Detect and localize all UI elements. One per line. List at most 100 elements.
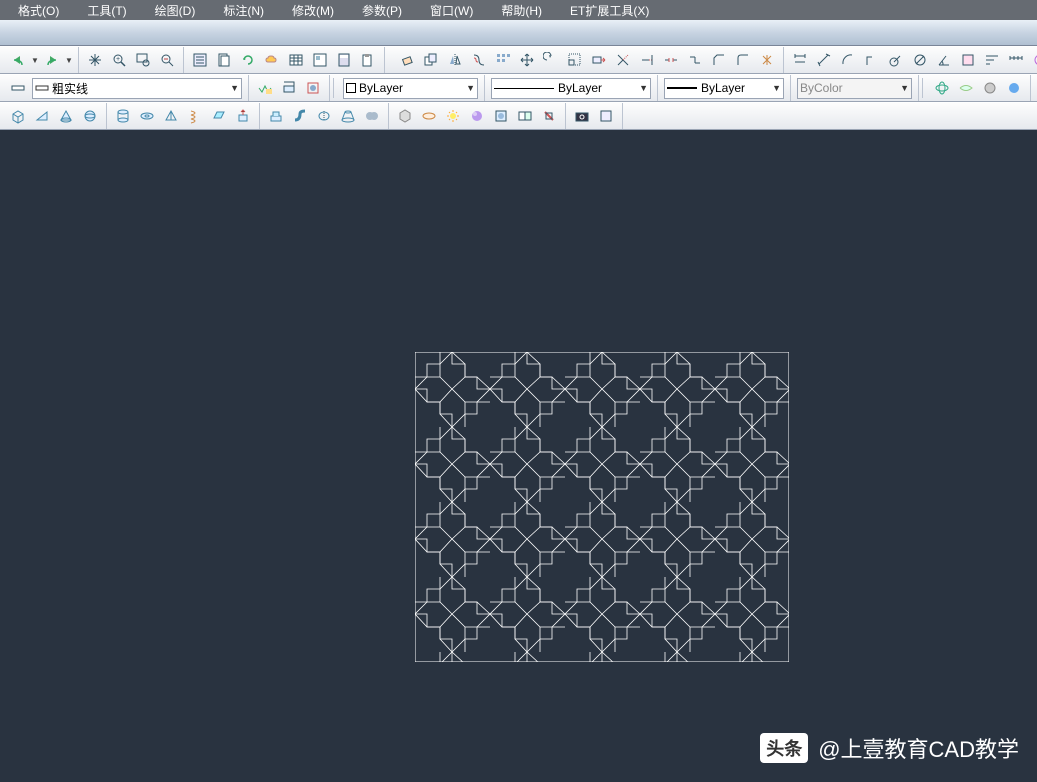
extend-button[interactable] [636, 49, 658, 71]
explode-button[interactable] [756, 49, 778, 71]
pan-button[interactable] [84, 49, 106, 71]
linetype-select[interactable]: 粗实线 ▼ [32, 78, 242, 99]
lineweight-group: ByLayer ▼ [658, 75, 791, 101]
zoom-window-button[interactable] [132, 49, 154, 71]
copy-button[interactable] [420, 49, 442, 71]
color-swatch-icon [346, 83, 356, 93]
box-button[interactable] [7, 105, 29, 127]
dim-angular-button[interactable] [933, 49, 955, 71]
redo-dropdown[interactable]: ▼ [64, 56, 74, 65]
properties-button[interactable] [189, 49, 211, 71]
menu-parameter[interactable]: 参数(P) [348, 0, 416, 21]
section-button[interactable] [538, 105, 560, 127]
menu-help[interactable]: 帮助(H) [487, 0, 556, 21]
dim-baseline-button[interactable] [981, 49, 1003, 71]
watermark-text: @上壹教育CAD教学 [818, 732, 1019, 764]
drawing-canvas[interactable]: 头条 @上壹教育CAD教学 [0, 130, 1037, 782]
stretch-button[interactable] [588, 49, 610, 71]
trim-button[interactable] [612, 49, 634, 71]
plotstyle-value: ByColor [800, 81, 896, 95]
cylinder-button[interactable] [112, 105, 134, 127]
render-button[interactable] [1003, 77, 1025, 99]
layout-tool-button[interactable] [595, 105, 617, 127]
light-button[interactable] [442, 105, 464, 127]
cloud-button[interactable] [261, 49, 283, 71]
array-button[interactable] [492, 49, 514, 71]
layer-states-button[interactable] [254, 77, 276, 99]
planar-surface-button[interactable] [208, 105, 230, 127]
torus-button[interactable] [136, 105, 158, 127]
undo-dropdown[interactable]: ▼ [30, 56, 40, 65]
table-button[interactable] [285, 49, 307, 71]
layer-previous-button[interactable] [278, 77, 300, 99]
move-button[interactable] [516, 49, 538, 71]
info-group [184, 47, 385, 73]
shade-button[interactable] [979, 77, 1001, 99]
sheet-set-button[interactable] [213, 49, 235, 71]
dim-ordinate-button[interactable] [861, 49, 883, 71]
join-button[interactable] [684, 49, 706, 71]
menubar: 格式(O) 工具(T) 绘图(D) 标注(N) 修改(M) 参数(P) 窗口(W… [0, 0, 1037, 20]
calculator-button[interactable] [333, 49, 355, 71]
extrude-button[interactable] [232, 105, 254, 127]
menu-format[interactable]: 格式(O) [4, 0, 73, 21]
render-env-button[interactable] [490, 105, 512, 127]
ribbon-strip [0, 20, 1037, 46]
menu-et-extensions[interactable]: ET扩展工具(X) [556, 0, 663, 21]
dim-arc-button[interactable] [837, 49, 859, 71]
lineweight-combo[interactable]: ByLayer ▼ [664, 78, 784, 99]
sphere-button[interactable] [79, 105, 101, 127]
cone-button[interactable] [55, 105, 77, 127]
hide-button[interactable] [955, 77, 977, 99]
pyramid-button[interactable] [160, 105, 182, 127]
dim-diameter-button[interactable] [909, 49, 931, 71]
sweep-button[interactable] [289, 105, 311, 127]
linetype-combo-group: 粗实线 ▼ [2, 75, 249, 101]
menu-draw[interactable]: 绘图(D) [141, 0, 210, 21]
dim-aligned-button[interactable] [813, 49, 835, 71]
layer-tools-group [249, 75, 330, 101]
scale-button[interactable] [564, 49, 586, 71]
plotstyle-combo: ByColor ▼ [797, 78, 912, 99]
undo-button[interactable] [7, 49, 29, 71]
helix-button[interactable] [184, 105, 206, 127]
layer-isolate-button[interactable] [302, 77, 324, 99]
intersect-button[interactable] [418, 105, 440, 127]
dim-radius-button[interactable] [885, 49, 907, 71]
menu-tools[interactable]: 工具(T) [73, 0, 140, 21]
erase-button[interactable] [396, 49, 418, 71]
menu-modify[interactable]: 修改(M) [278, 0, 348, 21]
zoom-previous-button[interactable] [156, 49, 178, 71]
offset-button[interactable] [468, 49, 490, 71]
revolve-button[interactable] [313, 105, 335, 127]
linetype-combo[interactable]: ByLayer ▼ [491, 78, 651, 99]
break-button[interactable] [660, 49, 682, 71]
union-button[interactable] [361, 105, 383, 127]
loft-button[interactable] [337, 105, 359, 127]
dim-linear-button[interactable] [789, 49, 811, 71]
layout-button[interactable] [309, 49, 331, 71]
subtract-button[interactable] [394, 105, 416, 127]
dim-continue-button[interactable] [1005, 49, 1027, 71]
flatshot-button[interactable] [571, 105, 593, 127]
dim-space-button[interactable] [1029, 49, 1037, 71]
wedge-button[interactable] [31, 105, 53, 127]
mapping-button[interactable] [514, 105, 536, 127]
zoom-realtime-button[interactable]: + [108, 49, 130, 71]
menu-dimension[interactable]: 标注(N) [209, 0, 278, 21]
menu-window[interactable]: 窗口(W) [416, 0, 487, 21]
dim-quick-button[interactable] [957, 49, 979, 71]
presspull-button[interactable] [265, 105, 287, 127]
material-button[interactable] [466, 105, 488, 127]
mirror-button[interactable] [444, 49, 466, 71]
redo-button[interactable] [41, 49, 63, 71]
fillet-button[interactable] [732, 49, 754, 71]
3d-orbit-button[interactable] [931, 77, 953, 99]
rotate-button[interactable] [540, 49, 562, 71]
color-group: ByLayer ▼ [337, 75, 485, 101]
color-select[interactable]: ByLayer ▼ [343, 78, 478, 99]
chamfer-button[interactable] [708, 49, 730, 71]
refresh-button[interactable] [237, 49, 259, 71]
dimension-group [784, 47, 1037, 73]
paste-button[interactable] [357, 49, 379, 71]
